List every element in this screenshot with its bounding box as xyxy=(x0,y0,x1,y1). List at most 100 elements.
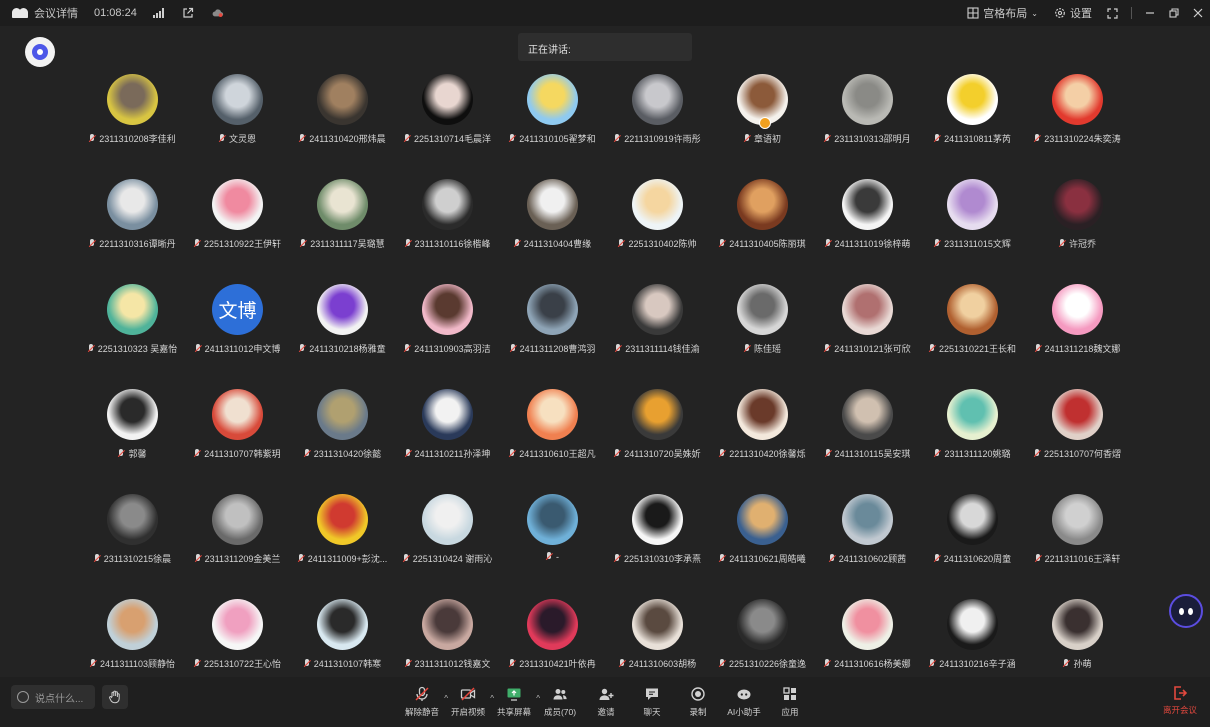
participant-tile[interactable]: 2251310922王伊轩 xyxy=(185,177,290,282)
leave-meeting-button[interactable]: 离开会议 xyxy=(1158,685,1202,716)
chat-label: 聊天 xyxy=(643,707,661,717)
close-icon xyxy=(1193,8,1203,18)
minimize-icon xyxy=(1146,12,1154,14)
mic-muted-icon xyxy=(744,343,751,354)
participant-tile[interactable]: 文博 2411311012申文博 xyxy=(185,282,290,387)
settings-button[interactable]: 设置 xyxy=(1046,0,1100,26)
participant-tile[interactable]: 许冠乔 xyxy=(1025,177,1130,282)
participant-name-row: 2311311114钱佳渝 xyxy=(615,342,700,355)
participant-tile[interactable]: 陈佳瑶 xyxy=(710,282,815,387)
participant-tile[interactable]: 2211311016王泽轩 xyxy=(1025,492,1130,597)
fullscreen-button[interactable] xyxy=(1100,0,1124,26)
avatar xyxy=(527,74,578,125)
participant-tile[interactable]: 2411310720吴姝妡 xyxy=(605,387,710,492)
participant-tile[interactable]: 2411310405陈丽琪 xyxy=(710,177,815,282)
participant-name-row: 2311310116徐楷峰 xyxy=(405,237,490,250)
participant-tile[interactable]: 2411310105翟梦和 xyxy=(500,72,605,177)
participant-name: 章语初 xyxy=(753,134,781,144)
restore-button[interactable] xyxy=(1162,0,1186,26)
invite-button[interactable]: 邀请 xyxy=(584,681,628,723)
participant-name: 2411311019徐梓萌 xyxy=(834,239,911,249)
members-button[interactable]: 成员(70) xyxy=(538,681,582,723)
external-link-icon[interactable] xyxy=(182,7,194,19)
participant-tile[interactable]: 2311311114钱佳渝 xyxy=(605,282,710,387)
participant-tile[interactable]: 2411311019徐梓萌 xyxy=(815,177,920,282)
participant-tile[interactable]: 2411310121张可欣 xyxy=(815,282,920,387)
participant-name-row: 2251310221王长和 xyxy=(929,342,1016,355)
participant-tile[interactable]: 2411310420邢炜晨 xyxy=(290,72,395,177)
participant-tile[interactable]: 2251310323 吴嘉怡 xyxy=(80,282,185,387)
participant-tile[interactable]: 2211310919许雨彤 xyxy=(605,72,710,177)
avatar xyxy=(107,389,158,440)
participant-tile[interactable]: 2311310208李佳利 xyxy=(80,72,185,177)
participant-tile[interactable]: 2211310420徐馨烁 xyxy=(710,387,815,492)
ai-assistant-floating-icon[interactable] xyxy=(1169,594,1203,628)
title-bar: 会议详情 01:08:24 宫格布局 ⌄ 设置 xyxy=(0,0,1210,26)
quick-chat-input[interactable]: 说点什么... xyxy=(11,685,95,709)
avatar xyxy=(1052,74,1103,125)
participant-tile[interactable]: 2311310313邵明月 xyxy=(815,72,920,177)
ai-assistant-button[interactable]: AI小助手 xyxy=(722,681,766,723)
meeting-details-link[interactable]: 会议详情 xyxy=(34,5,78,21)
invite-label: 邀请 xyxy=(597,707,615,717)
participant-tile[interactable]: 2411310211孙泽坤 xyxy=(395,387,500,492)
participant-tile[interactable]: 2251310714毛晨洋 xyxy=(395,72,500,177)
members-icon xyxy=(552,686,568,702)
app-floating-logo-icon[interactable] xyxy=(25,37,55,67)
participant-tile[interactable]: 2251310402陈帅 xyxy=(605,177,710,282)
participant-tile[interactable]: 2411310602顾茜 xyxy=(815,492,920,597)
participant-tile[interactable]: 2251310707何香熠 xyxy=(1025,387,1130,492)
participant-tile[interactable]: 2411310811茅芮 xyxy=(920,72,1025,177)
participant-tile[interactable]: 2411311208曹鸿羽 xyxy=(500,282,605,387)
grid-layout-icon xyxy=(967,7,979,19)
participant-tile[interactable]: 2411310621周皓曦 xyxy=(710,492,815,597)
share-screen-button[interactable]: 共享屏幕 ^ xyxy=(492,681,540,723)
participant-tile[interactable]: 2411310610王超凡 xyxy=(500,387,605,492)
participant-tile[interactable]: 2411310115吴安琪 xyxy=(815,387,920,492)
unmute-button[interactable]: 解除静音 ^ xyxy=(400,681,448,723)
participant-tile[interactable]: 2311310215徐晨 xyxy=(80,492,185,597)
participant-tile[interactable]: 2411310707韩紫玥 xyxy=(185,387,290,492)
signal-strength-icon[interactable] xyxy=(152,8,164,18)
emoji-icon[interactable] xyxy=(17,691,29,703)
minimize-button[interactable] xyxy=(1138,0,1162,26)
participant-tile[interactable]: 郭馨 xyxy=(80,387,185,492)
participant-tile[interactable]: 2251310424 谢雨沁 xyxy=(395,492,500,597)
avatar xyxy=(1052,389,1103,440)
record-button[interactable]: 录制 xyxy=(676,681,720,723)
participant-tile[interactable]: 2411310218杨雅童 xyxy=(290,282,395,387)
participant-name: 2311310215徐晨 xyxy=(103,554,172,564)
participant-tile[interactable]: 文灵恩 xyxy=(185,72,290,177)
cloud-record-icon[interactable] xyxy=(212,7,224,19)
mic-muted-icon xyxy=(89,238,96,249)
participant-tile[interactable]: 2311310420徐懿 xyxy=(290,387,395,492)
participant-tile[interactable]: 2411310620周童 xyxy=(920,492,1025,597)
participant-tile[interactable]: 2311311117吴璐慧 xyxy=(290,177,395,282)
start-video-button[interactable]: 开启视频 ^ xyxy=(446,681,494,723)
close-button[interactable] xyxy=(1186,0,1210,26)
participant-name-row: 2251310424 谢雨沁 xyxy=(403,552,492,565)
participant-name: 2251310310李承熹 xyxy=(623,554,702,564)
participant-name: 孙萌 xyxy=(1073,659,1092,669)
participant-tile[interactable]: 2411311009+彭沈... xyxy=(290,492,395,597)
participant-tile[interactable]: - xyxy=(500,492,605,597)
participant-tile[interactable]: 2411310903高羽洁 xyxy=(395,282,500,387)
participant-tile[interactable]: 2311311015文辉 xyxy=(920,177,1025,282)
mic-muted-icon xyxy=(514,238,521,249)
participant-tile[interactable]: 2311310224朱奕涛 xyxy=(1025,72,1130,177)
chat-button[interactable]: 聊天 xyxy=(630,681,674,723)
raise-hand-button[interactable] xyxy=(102,685,128,709)
apps-button[interactable]: 应用 xyxy=(768,681,812,723)
participant-tile[interactable]: 2311311209金美兰 xyxy=(185,492,290,597)
grid-layout-button[interactable]: 宫格布局 ⌄ xyxy=(959,0,1046,26)
participant-tile[interactable]: 2211310316谭晰丹 xyxy=(80,177,185,282)
participant-tile[interactable]: 章语初 xyxy=(710,72,815,177)
avatar xyxy=(737,599,788,650)
participant-tile[interactable]: 2411310404曹缘 xyxy=(500,177,605,282)
participant-tile[interactable]: 2411311218魏文娜 xyxy=(1025,282,1130,387)
mic-muted-icon xyxy=(299,133,306,144)
participant-tile[interactable]: 2311310116徐楷峰 xyxy=(395,177,500,282)
participant-tile[interactable]: 2251310221王长和 xyxy=(920,282,1025,387)
participant-tile[interactable]: 2251310310李承熹 xyxy=(605,492,710,597)
participant-tile[interactable]: 2311311120姚璐 xyxy=(920,387,1025,492)
